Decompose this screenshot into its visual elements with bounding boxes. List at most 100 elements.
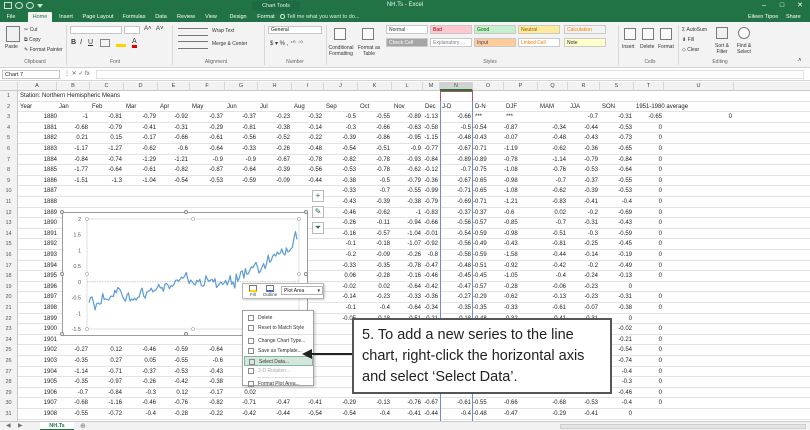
cell[interactable]: -0.54 (158, 176, 190, 187)
column-header-e[interactable]: E (158, 82, 190, 91)
cell[interactable]: -0.78 (504, 155, 538, 166)
cell[interactable]: Jun (225, 102, 258, 113)
cell[interactable]: -0.77 (423, 144, 440, 155)
cell[interactable]: -0.53 (568, 165, 600, 176)
cell[interactable]: -0.61 (538, 303, 568, 314)
delete-cells-icon[interactable] (642, 28, 654, 40)
name-box[interactable]: Chart 7 (2, 70, 60, 79)
row-header[interactable]: 13 (0, 218, 18, 229)
cell[interactable]: -0.67 (440, 176, 473, 187)
cell[interactable]: -0.18 (358, 239, 392, 250)
cell[interactable]: -0.66 (504, 398, 538, 409)
conditional-formatting-button[interactable]: Conditional Formatting (328, 45, 354, 57)
cell[interactable]: -0.53 (158, 367, 190, 378)
fill-button[interactable]: Fill (246, 285, 260, 297)
cell[interactable]: 0 (634, 250, 664, 261)
cell[interactable]: May (190, 102, 225, 113)
cell[interactable]: -0.69 (600, 208, 634, 219)
cell[interactable]: -0.43 (568, 133, 600, 144)
cell[interactable] (158, 186, 190, 197)
cell[interactable]: -0.78 (358, 155, 392, 166)
cell-style-option[interactable]: Note (564, 38, 606, 47)
cell[interactable]: -0.35 (57, 356, 90, 367)
cell[interactable]: -0.92 (158, 112, 190, 123)
cell[interactable]: -0.82 (190, 398, 225, 409)
cell[interactable]: 1882 (18, 133, 57, 144)
column-header-s[interactable]: S (600, 82, 634, 91)
cell[interactable]: -0.56 (292, 165, 324, 176)
formula-input[interactable] (96, 70, 804, 79)
cell[interactable]: -0.41 (292, 398, 324, 409)
cell[interactable]: -0.02 (324, 282, 358, 293)
cell[interactable]: -0.6 (158, 144, 190, 155)
cell[interactable]: -0.48 (292, 144, 324, 155)
cell[interactable]: -0.2 (324, 250, 358, 261)
cell[interactable]: -1.77 (57, 165, 90, 176)
cell[interactable]: -1.13 (423, 112, 440, 123)
cell[interactable]: -1.04 (392, 229, 423, 240)
resize-handle[interactable] (184, 210, 188, 214)
cell[interactable]: -0.4 (358, 409, 392, 420)
cell[interactable]: Aug (292, 102, 324, 113)
cell[interactable]: -0.82 (324, 155, 358, 166)
cell[interactable]: 0 (634, 261, 664, 272)
cell[interactable]: -0.33 (225, 144, 258, 155)
tab-insert[interactable]: Insert (55, 12, 77, 22)
cell[interactable]: 0 (634, 303, 664, 314)
resize-handle[interactable] (184, 332, 188, 336)
cell[interactable] (225, 197, 258, 208)
row-header[interactable]: 3 (0, 112, 18, 123)
tell-me-search[interactable]: Tell me what you want to do... (280, 12, 359, 22)
cell[interactable]: -0.13 (358, 398, 392, 409)
cell[interactable]: -0.89 (392, 112, 423, 123)
cell[interactable]: -0.33 (504, 303, 538, 314)
cell[interactable]: -0.57 (358, 229, 392, 240)
cell[interactable]: 1892 (18, 239, 57, 250)
cell[interactable]: -0.26 (392, 250, 423, 261)
clear-button[interactable]: ◇ Clear (682, 47, 699, 53)
cell[interactable]: -0.64 (90, 165, 124, 176)
cell[interactable]: -0.34 (423, 303, 440, 314)
cell[interactable]: 0 (634, 398, 664, 409)
cell[interactable]: 0.02 (225, 388, 258, 399)
tab-view[interactable]: View (201, 12, 221, 22)
cell[interactable]: -0.76 (392, 398, 423, 409)
cell[interactable]: -0.16 (392, 271, 423, 282)
cell[interactable]: -0.51 (538, 229, 568, 240)
cell[interactable]: -0.66 (440, 112, 473, 123)
cell[interactable]: -0.76 (158, 398, 190, 409)
cell[interactable]: -0.33 (324, 261, 358, 272)
cell[interactable]: -0.42 (538, 261, 568, 272)
row-header[interactable]: 4 (0, 122, 18, 134)
cell[interactable]: -1.29 (124, 155, 158, 166)
cell[interactable]: -0.46 (124, 398, 158, 409)
cell[interactable]: 0.05 (124, 356, 158, 367)
plot-area-handle[interactable] (85, 272, 89, 276)
column-header-m[interactable]: M (423, 82, 440, 91)
cell[interactable]: 0 (634, 186, 664, 197)
cell[interactable]: -0.43 (190, 367, 225, 378)
cell[interactable]: -0.38 (258, 123, 292, 134)
cell-style-option[interactable]: Good (474, 25, 516, 34)
tab-review[interactable]: Review (174, 12, 198, 22)
cell[interactable]: 1905 (18, 377, 57, 388)
cell[interactable]: 0 (600, 282, 634, 293)
cell[interactable]: -0.41 (124, 123, 158, 134)
row-header[interactable]: 18 (0, 271, 18, 282)
cell[interactable]: -0.54 (440, 229, 473, 240)
cell[interactable]: 0.12 (90, 345, 124, 356)
cell[interactable]: -0.37 (124, 367, 158, 378)
cell[interactable] (538, 112, 568, 123)
cell[interactable]: -0.86 (358, 133, 392, 144)
cell[interactable]: -0.72 (90, 409, 124, 420)
cell[interactable] (292, 388, 324, 399)
cell[interactable] (158, 197, 190, 208)
cell[interactable]: -0.17 (190, 388, 225, 399)
cell[interactable] (57, 197, 90, 208)
cell[interactable]: -0.54 (324, 409, 358, 420)
row-header[interactable]: 15 (0, 239, 18, 250)
cell[interactable]: MAM (538, 102, 568, 113)
insert-cells-icon[interactable] (624, 28, 636, 40)
cell[interactable]: -0.43 (600, 218, 634, 229)
cell[interactable]: -0.71 (473, 197, 504, 208)
